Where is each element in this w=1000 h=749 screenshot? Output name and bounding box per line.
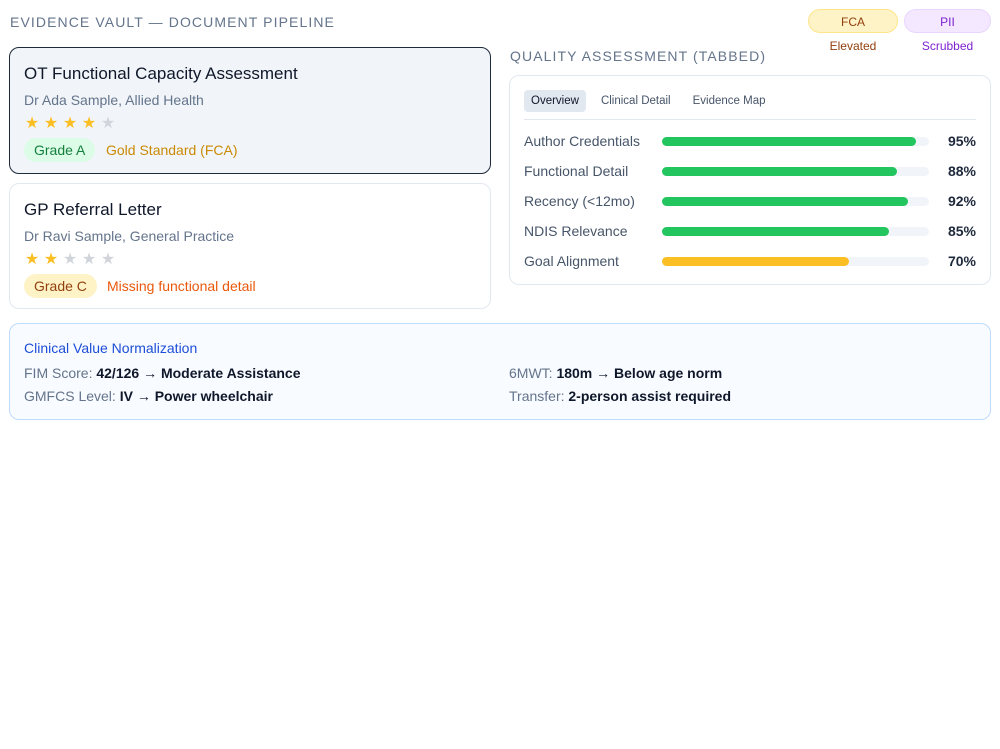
- normalization-value: 42/126 → Moderate Assistance: [96, 365, 301, 381]
- metric-label: Recency (<12mo): [524, 193, 635, 209]
- normalization-value: 2-person assist required: [568, 388, 732, 404]
- star-icon: ★: [62, 251, 78, 268]
- document-author: Dr Ada Sample, Allied Health: [24, 92, 204, 108]
- star-icon: ★: [43, 115, 59, 132]
- tab-overview[interactable]: Overview: [524, 90, 586, 112]
- normalization-key: FIM Score:: [24, 365, 93, 381]
- fca-elevated-badge: FCA Elevated: [808, 9, 898, 53]
- metric-value: 88%: [947, 163, 976, 179]
- metric-value: 92%: [947, 193, 976, 209]
- page-title: EVIDENCE VAULT — DOCUMENT PIPELINE: [10, 14, 335, 30]
- star-icon: ★: [43, 251, 59, 268]
- metric-label: NDIS Relevance: [524, 223, 628, 239]
- progress-fill: [662, 227, 889, 236]
- star-icon: ★: [24, 251, 40, 268]
- normalization-key: GMFCS Level:: [24, 388, 116, 404]
- metric-value: 70%: [947, 253, 976, 269]
- grade-badge: Grade C: [24, 274, 97, 298]
- star-icon: ★: [100, 251, 116, 268]
- metric-row: Functional Detail 88%: [524, 161, 976, 181]
- normalization-key: 6MWT:: [509, 365, 553, 381]
- progress-bar: [662, 227, 929, 236]
- star-icon: ★: [62, 115, 78, 132]
- progress-bar: [662, 197, 929, 206]
- progress-fill: [662, 257, 849, 266]
- tab-clinical-detail[interactable]: Clinical Detail: [594, 90, 678, 112]
- metric-row: NDIS Relevance 85%: [524, 221, 976, 241]
- metric-label: Goal Alignment: [524, 253, 619, 269]
- metric-value: 85%: [947, 223, 976, 239]
- normalization-title: Clinical Value Normalization: [24, 340, 198, 356]
- progress-bar: [662, 137, 929, 146]
- normalization-value: 180m → Below age norm: [556, 365, 723, 381]
- metric-row: Goal Alignment 70%: [524, 251, 976, 271]
- document-title: OT Functional Capacity Assessment: [24, 64, 298, 83]
- star-icon: ★: [81, 251, 97, 268]
- metric-row: Recency (<12mo) 92%: [524, 191, 976, 211]
- normalization-item: Transfer: 2-person assist required: [509, 388, 731, 404]
- normalization-value: IV → Power wheelchair: [119, 388, 273, 404]
- star-rating: ★ ★ ★ ★ ★: [24, 116, 116, 132]
- document-author: Dr Ravi Sample, General Practice: [24, 228, 235, 244]
- grade-badge: Grade A: [24, 138, 96, 162]
- normalization-item: 6MWT: 180m → Below age norm: [509, 365, 722, 381]
- star-icon: ★: [81, 115, 97, 132]
- metric-value: 95%: [947, 133, 976, 149]
- progress-bar: [662, 257, 929, 266]
- star-icon: ★: [24, 115, 40, 132]
- metric-label: Functional Detail: [524, 163, 629, 179]
- star-rating: ★ ★ ★ ★ ★: [24, 252, 116, 268]
- metric-label: Author Credentials: [524, 133, 640, 149]
- grade-note: Missing functional detail: [107, 278, 256, 294]
- document-card[interactable]: OT Functional Capacity Assessment Dr Ada…: [9, 47, 491, 174]
- metric-row: Author Credentials 95%: [524, 131, 976, 151]
- grade-note: Gold Standard (FCA): [106, 142, 238, 158]
- quality-tabs: Overview Clinical Detail Evidence Map: [524, 90, 976, 120]
- star-icon: ★: [100, 115, 116, 132]
- normalization-item: GMFCS Level: IV → Power wheelchair: [24, 388, 273, 404]
- quality-heading: QUALITY ASSESSMENT (TABBED): [510, 48, 767, 64]
- normalization-panel: Clinical Value Normalization FIM Score: …: [9, 323, 991, 420]
- quality-panel: Overview Clinical Detail Evidence Map Au…: [509, 75, 991, 285]
- normalization-key: Transfer:: [509, 388, 565, 404]
- pii-scrubbed-badge: PII Scrubbed: [904, 9, 991, 53]
- tab-evidence-map[interactable]: Evidence Map: [686, 90, 773, 112]
- document-card[interactable]: GP Referral Letter Dr Ravi Sample, Gener…: [9, 183, 491, 309]
- document-title: GP Referral Letter: [24, 200, 162, 219]
- progress-fill: [662, 167, 897, 176]
- progress-bar: [662, 167, 929, 176]
- normalization-item: FIM Score: 42/126 → Moderate Assistance: [24, 365, 301, 381]
- progress-fill: [662, 197, 908, 206]
- progress-fill: [662, 137, 916, 146]
